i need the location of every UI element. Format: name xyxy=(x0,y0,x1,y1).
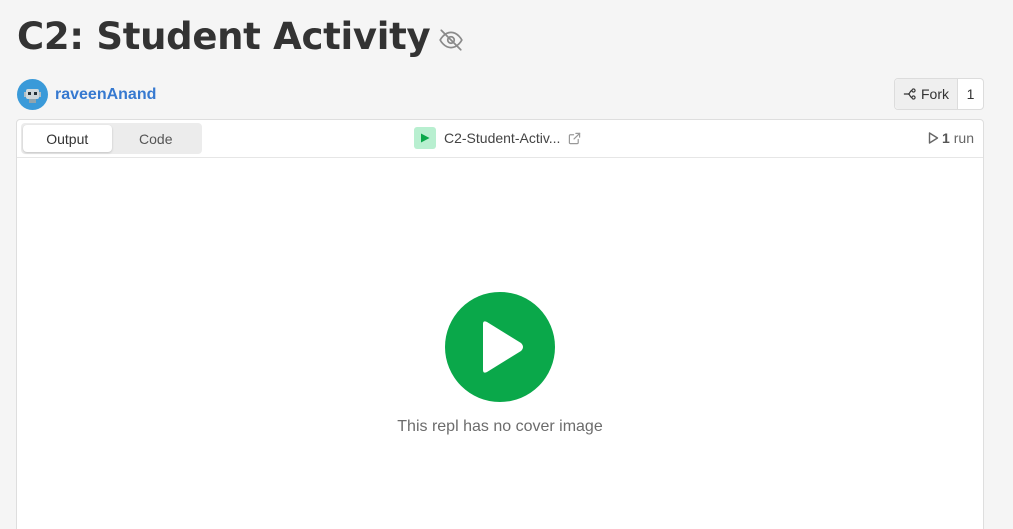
run-count-indicator: 1 run xyxy=(928,130,974,146)
no-cover-message: This repl has no cover image xyxy=(397,418,603,435)
play-icon xyxy=(414,127,436,149)
fork-icon xyxy=(903,87,917,101)
run-count: 1 xyxy=(941,130,950,146)
play-icon-large xyxy=(483,321,523,373)
tab-code[interactable]: Code xyxy=(112,125,201,152)
run-repl-button[interactable] xyxy=(445,292,555,402)
tab-output[interactable]: Output xyxy=(23,125,112,152)
fork-group: Fork 1 xyxy=(894,78,984,110)
cover-area: This repl has no cover image xyxy=(17,159,983,529)
play-outline-icon xyxy=(928,132,939,144)
panel-header: Output Code C2-Student-Activ... 1 run xyxy=(17,120,983,158)
fork-button[interactable]: Fork xyxy=(895,79,958,109)
run-label: run xyxy=(953,130,974,146)
repl-name[interactable]: C2-Student-Activ... xyxy=(444,130,560,146)
repl-name-group[interactable]: C2-Student-Activ... xyxy=(414,127,581,149)
fork-label: Fork xyxy=(921,86,949,102)
avatar[interactable] xyxy=(17,79,48,110)
title-row: C2: Student Activity xyxy=(17,12,464,62)
eye-off-icon[interactable] xyxy=(438,27,464,53)
author-link[interactable]: raveenAnand xyxy=(55,86,156,104)
external-link-icon[interactable] xyxy=(568,132,581,145)
author-row: raveenAnand xyxy=(17,79,156,110)
repl-panel: Output Code C2-Student-Activ... 1 run Th… xyxy=(16,119,984,529)
fork-count[interactable]: 1 xyxy=(958,79,983,109)
tab-switcher: Output Code xyxy=(21,123,202,154)
page-title: C2: Student Activity xyxy=(17,15,431,58)
